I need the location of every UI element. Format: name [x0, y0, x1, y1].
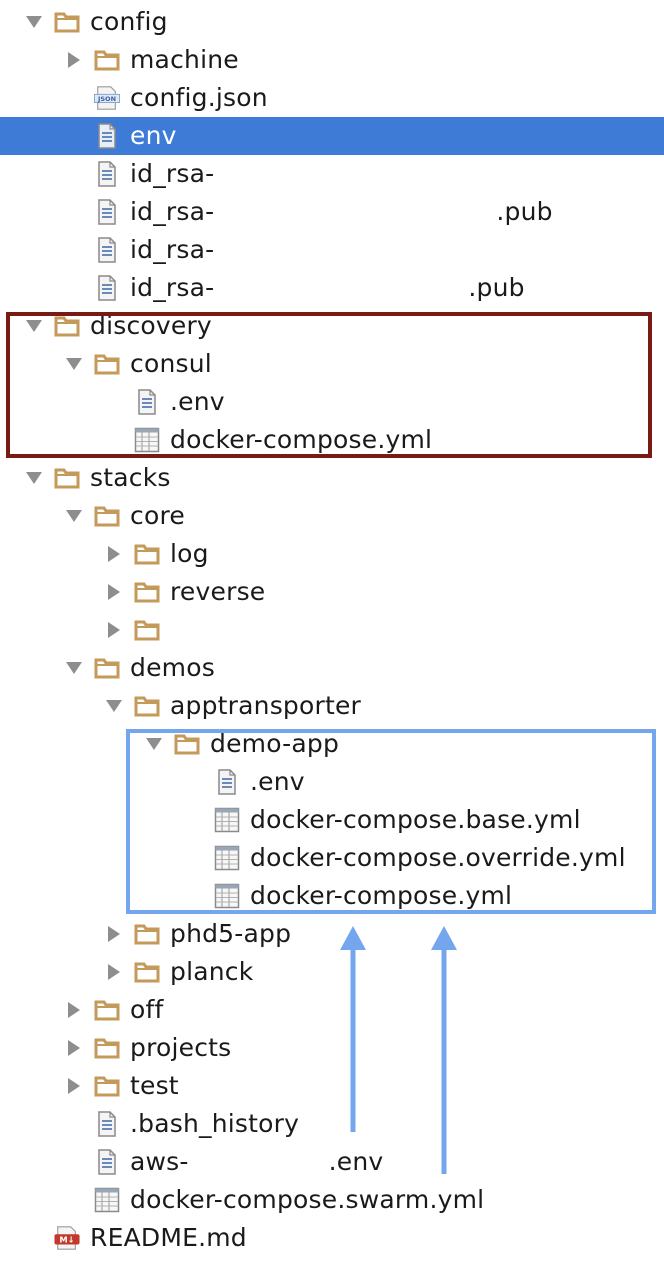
annotation-arrows: [340, 926, 457, 1174]
up-arrow-left: [340, 926, 366, 1132]
up-arrow-right: [431, 926, 457, 1174]
